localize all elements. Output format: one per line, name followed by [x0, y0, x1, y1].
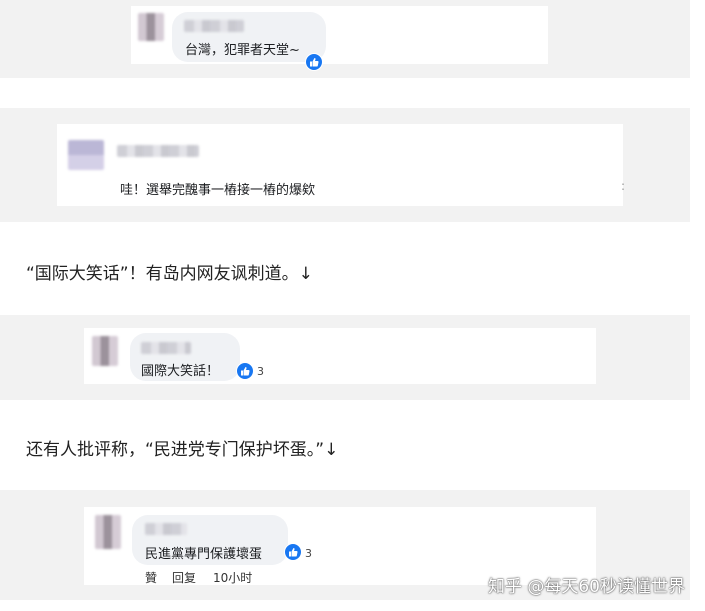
avatar [138, 13, 164, 41]
avatar [92, 336, 118, 366]
avatar [95, 515, 121, 549]
like-count: 3 [305, 547, 312, 560]
commenter-name-blurred [141, 342, 191, 354]
thumbs-up-icon [284, 543, 302, 561]
comment-text-3: 國際大笑話！ [141, 364, 220, 379]
commenter-name-blurred [145, 523, 187, 535]
commenter-name-blurred [117, 145, 199, 157]
comment-text-1: 台灣，犯罪者天堂~ [185, 43, 300, 58]
avatar [68, 140, 104, 170]
commenter-name-blurred [184, 20, 244, 32]
article-paragraph-2: 还有人批评称，“民进党专门保护坏蛋。”↓ [26, 440, 339, 460]
comment-text-4: 民進黨專門保護壞蛋 [145, 547, 263, 562]
like-button[interactable]: 贊 [145, 569, 157, 586]
watermark: 知乎 @每天60秒读懂世界 [487, 577, 685, 597]
thumbs-up-icon [305, 53, 323, 71]
comment-text-2: 哇！選舉完醜事一樁接一樁的爆欸 [120, 183, 316, 198]
comment-timestamp: 10小时 [213, 571, 253, 585]
article-paragraph-1: “国际大笑话”！有岛内网友讽刺道。↓ [26, 264, 313, 284]
more-options-icon[interactable]: : [621, 179, 625, 193]
like-count: 3 [257, 365, 264, 378]
reply-button[interactable]: 回复 [172, 569, 196, 586]
thumbs-up-icon [236, 362, 254, 380]
